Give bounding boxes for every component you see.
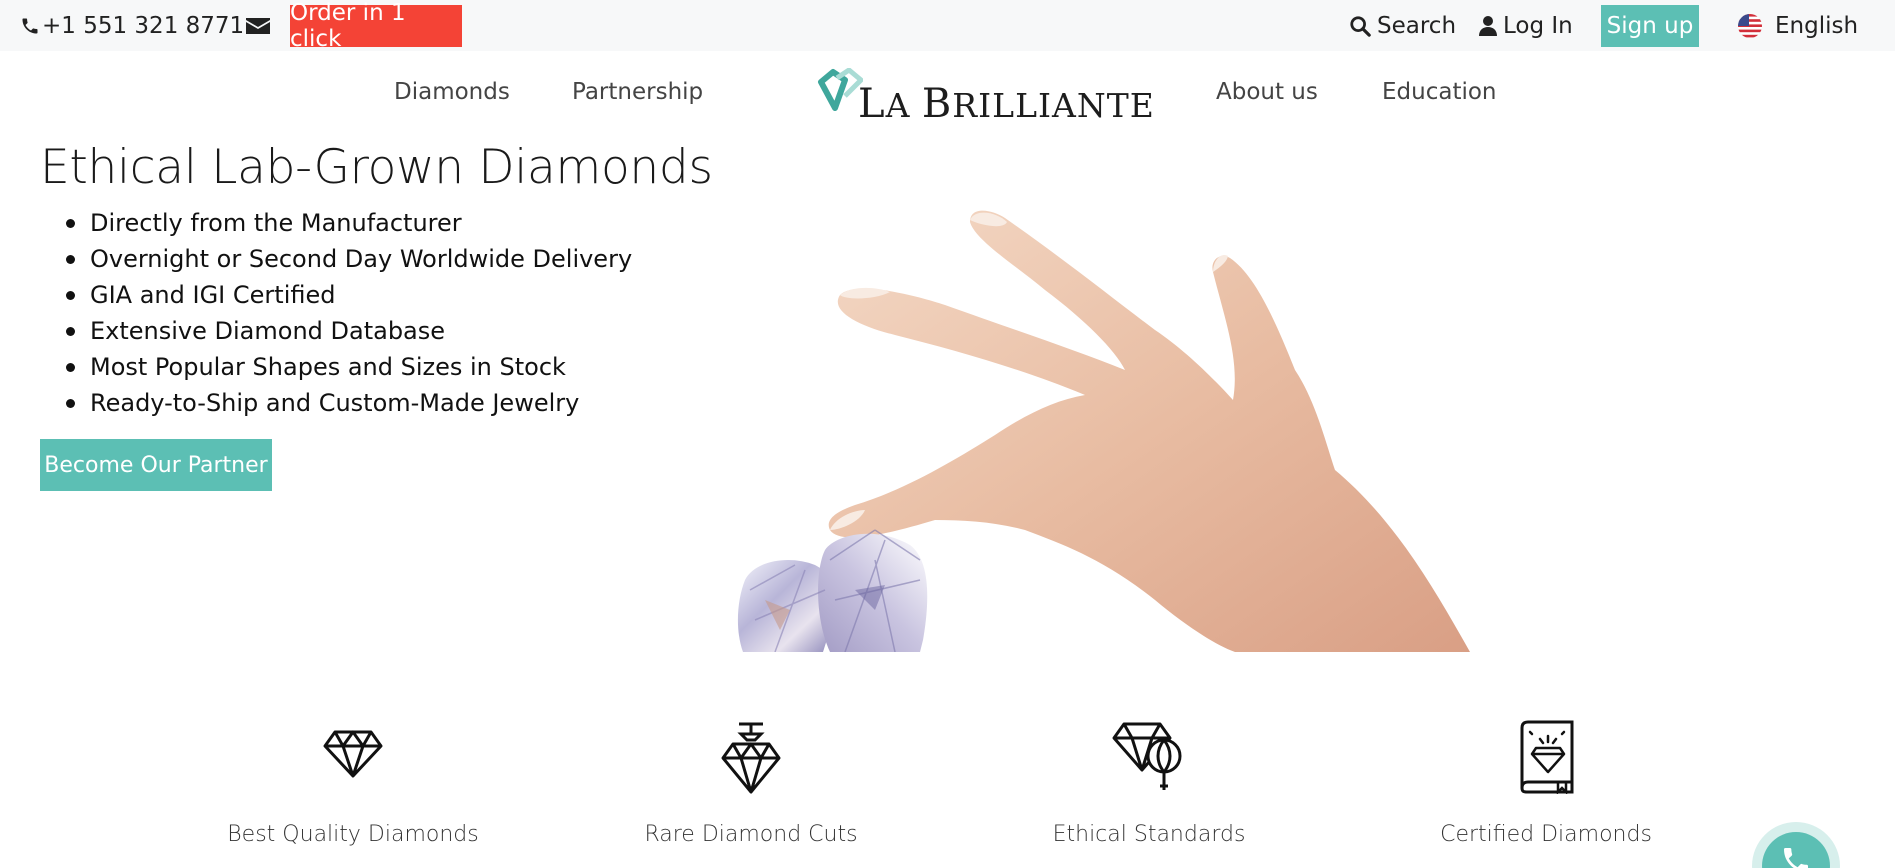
nav-item-about-us[interactable]: About us <box>1216 79 1318 105</box>
feature-item: Directly from the Manufacturer <box>62 205 632 241</box>
certificate-book-icon <box>1520 720 1574 794</box>
ethical-diamond-icon <box>1112 722 1182 790</box>
search-icon <box>1350 15 1371 37</box>
feature-item: Ready-to-Ship and Custom-Made Jewelry <box>62 385 632 421</box>
nav-item-education[interactable]: Education <box>1382 79 1497 105</box>
user-icon <box>1479 15 1497 36</box>
envelope-icon <box>246 17 270 34</box>
search-label: Search <box>1377 12 1457 39</box>
search-link[interactable]: Search <box>1349 0 1456 51</box>
nav-item-partnership[interactable]: Partnership <box>572 79 703 105</box>
diamonds-graphic <box>737 529 928 652</box>
login-link[interactable]: Log In <box>1479 0 1573 51</box>
benefit-ethical-standards: Ethical Standards <box>999 720 1299 847</box>
hero-title: Ethical Lab-Grown Diamonds <box>40 140 713 195</box>
benefit-label: Ethical Standards <box>1052 822 1246 847</box>
sign-up-button[interactable]: Sign up <box>1601 5 1699 47</box>
benefit-label: Certified Diamonds <box>1440 822 1652 847</box>
login-label: Log In <box>1503 12 1573 39</box>
top-bar: +1 551 321 8771 Order in 1 click Search … <box>0 0 1895 52</box>
call-back-button[interactable] <box>1752 822 1840 868</box>
brand-name-rest: RILLIANTE <box>952 86 1155 125</box>
phone-link[interactable]: +1 551 321 8771 <box>20 0 244 51</box>
benefit-label: Rare Diamond Cuts <box>644 822 858 847</box>
brand-name-l: L <box>858 81 886 127</box>
feature-item: Most Popular Shapes and Sizes in Stock <box>62 349 632 385</box>
brand-name-a: A <box>885 86 922 125</box>
call-back-button-core <box>1762 832 1830 868</box>
nav-item-diamonds[interactable]: Diamonds <box>394 79 510 105</box>
become-partner-button[interactable]: Become Our Partner <box>40 439 272 491</box>
benefit-rare-cuts: Rare Diamond Cuts <box>601 720 901 847</box>
diamond-icon <box>323 730 383 778</box>
diamond-cut-icon <box>721 722 781 794</box>
heart-diamond-logo-icon <box>818 68 863 111</box>
benefit-certified: Certified Diamonds <box>1396 720 1696 847</box>
benefit-label: Best Quality Diamonds <box>227 822 479 847</box>
hero-image-hand-with-diamonds <box>735 200 1475 652</box>
brand-name: LA BRILLIANTE <box>858 84 1155 124</box>
email-link[interactable] <box>246 0 270 51</box>
us-flag-icon <box>1738 13 1762 38</box>
feature-item: Overnight or Second Day Worldwide Delive… <box>62 241 632 277</box>
language-label: English <box>1775 12 1859 39</box>
order-in-one-click-button[interactable]: Order in 1 click <box>290 0 462 52</box>
feature-item: Extensive Diamond Database <box>62 313 632 349</box>
phone-icon <box>22 18 38 33</box>
language-selector[interactable]: English <box>1737 0 1858 51</box>
phone-call-icon <box>1784 848 1808 868</box>
brand-name-b: B <box>921 81 953 127</box>
feature-item: GIA and IGI Certified <box>62 277 632 313</box>
phone-number: +1 551 321 8771 <box>42 12 245 39</box>
benefit-best-quality: Best Quality Diamonds <box>203 720 503 847</box>
feature-list: Directly from the Manufacturer Overnight… <box>62 205 632 421</box>
